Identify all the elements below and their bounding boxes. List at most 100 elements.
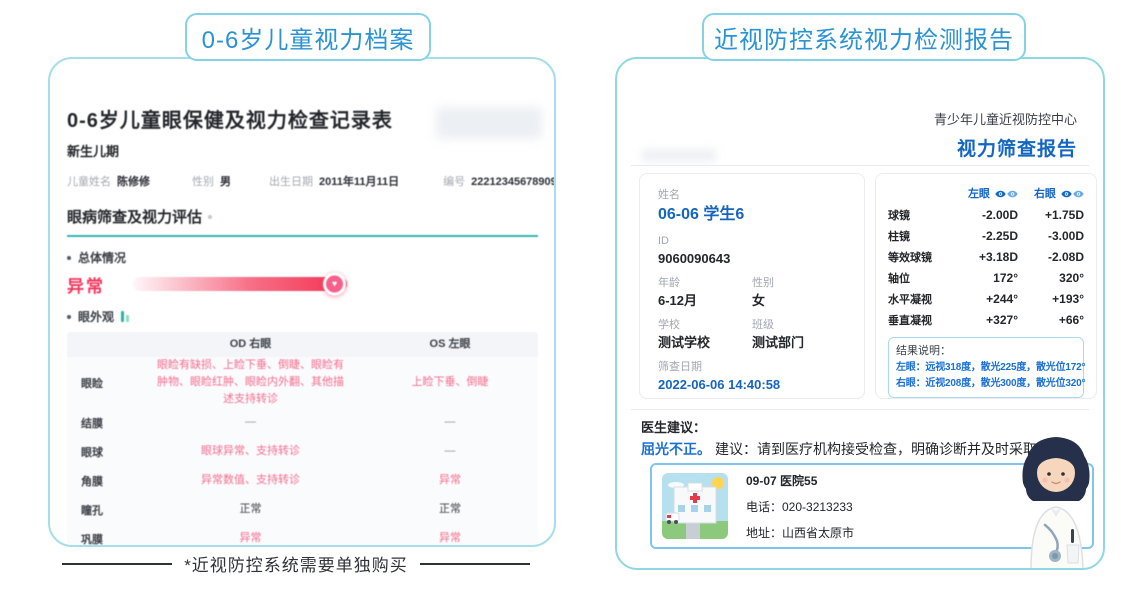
class-label: 班级 [752,319,846,332]
left-eye-column-header: 左眼 [952,185,1018,201]
class-field: 班级 测试部门 [752,319,846,350]
measure-label: 垂直凝视 [888,312,952,328]
od-cell: 眼球异常、支持转诊 [139,443,362,460]
row-label: 结膜 [67,415,139,431]
os-cell: 异常 [362,472,538,489]
school-field: 学校 测试学校 [658,319,752,350]
measure-label: 水平凝视 [888,291,952,307]
gender-field: 性别男 [192,175,231,190]
measure-row: 等效球镜 +3.18D -2.08D [888,246,1084,267]
vision-archive-content: 0-6岁儿童眼保健及视力检查记录表 新生儿期 儿童姓名陈修修 性别男 出生日期2… [50,59,554,547]
os-cell: — [362,414,538,431]
left-eye-value: -2.00D [952,208,1018,222]
class-value: 测试部门 [752,335,846,350]
mini-bars-icon [121,311,129,322]
right-eye-value: -2.08D [1018,250,1084,264]
os-cell: 上睑下垂、倒睫 [362,374,538,391]
gender-value: 女 [752,293,846,308]
table-row: 眼睑 眼睑有缺损、上睑下垂、倒睫、眼睑有肿物、眼睑红肿、眼睑内外翻、其他描述支持… [67,357,538,408]
faint-watermark [642,149,716,162]
right-eye-column-header: 右眼 [1018,185,1084,201]
measure-row: 水平凝视 +244° +193° [888,288,1084,309]
row-label: 眼睑 [67,375,139,391]
right-eye-value: +66° [1018,313,1084,327]
gender-value: 男 [220,176,231,188]
bullet-dot [67,256,71,260]
header-os-left-eye: OS 左眼 [362,336,538,353]
table-row: 眼球 眼球异常、支持转诊 — [67,437,538,466]
doctor-illustration [1005,433,1105,569]
gender-field: 性别 女 [752,277,846,308]
table-row: 瞳孔 正常 正常 [67,495,538,524]
screening-date-value: 2022-06-06 14:40:58 [658,377,846,392]
name-field: 姓名 06-06 学生6 [658,189,846,224]
report-title: 视力筛查报告 [934,134,1077,161]
eye-icon [995,190,1018,198]
gender-label: 性别 [752,277,846,290]
os-cell: 正常 [362,501,538,518]
overall-status-row: 总体情况 [67,249,538,266]
od-cell: 眼睑有缺损、上睑下垂、倒睫、眼睑有肿物、眼睑红肿、眼睑内外翻、其他描述支持转诊 [139,357,362,408]
bullet-dot [67,315,71,319]
footnote-line-right [420,563,530,565]
left-panel-badge: 0-6岁儿童视力档案 [185,13,431,61]
record-number-label: 编号 [443,176,465,188]
footnote-text: *近视防控系统需要单独购买 [184,551,408,576]
row-label: 角膜 [67,473,139,489]
measurements-header: 左眼 右眼 [888,185,1084,201]
right-eye-value: +1.75D [1018,208,1084,222]
record-stage: 新生儿期 [67,145,538,159]
age-value: 6-12月 [658,293,752,308]
left-eye-value: 172° [952,271,1018,285]
measure-row: 轴位 172° 320° [888,267,1084,288]
right-eye-value: -3.00D [1018,229,1084,243]
table-row: 角膜 异常数值、支持转诊 异常 [67,466,538,495]
age-field: 年龄 6-12月 [658,277,752,308]
od-cell: 异常数值、支持转诊 [139,472,362,489]
page: 0-6岁儿童视力档案 0-6岁儿童眼保健及视力检查记录表 新生儿期 儿童姓名陈修… [0,0,1140,590]
right-eye-value: +193° [1018,292,1084,306]
measure-label: 柱镜 [888,228,952,244]
left-eye-value: +327° [952,313,1018,327]
eye-appearance-row: 眼外观 [67,308,538,325]
result-note-right-eye: 右眼：近视208度，散光300度，散光位320° [896,376,1076,392]
patient-info-card: 姓名 06-06 学生6 ID 9060090643 年龄 6-12月 性别 女 [639,173,865,399]
eye-appearance-label: 眼外观 [78,308,114,325]
measure-label: 球镜 [888,207,952,223]
od-cell: 正常 [139,501,362,518]
child-name-value: 陈修修 [117,176,150,188]
age-gender-row: 年龄 6-12月 性别 女 [658,277,846,308]
diagnosis-value: 屈光不正。 [641,441,711,457]
record-number-value: 22212345678909876 [471,176,556,188]
hospital-info: 09-07 医院55 电话：020-3213233 地址：山西省太原市 [746,472,854,541]
eye-exam-table-body: 眼睑 眼睑有缺损、上睑下垂、倒睫、眼睑有肿物、眼睑红肿、眼睑内外翻、其他描述支持… [67,357,538,547]
left-eye-value: +3.18D [952,250,1018,264]
eye-exam-table: OD 右眼 OS 左眼 眼睑 眼睑有缺损、上睑下垂、倒睫、眼睑有肿物、眼睑红肿、… [67,332,538,547]
divider [631,165,1089,166]
hospital-image [662,473,728,539]
result-note-left-eye: 左眼：远视318度，散光225度，散光位172° [896,360,1076,376]
abnormal-indicator-bar: ♥ [133,277,347,291]
id-field: ID 9060090643 [658,235,846,266]
id-label: ID [658,235,846,248]
od-cell: — [139,414,362,431]
left-eye-value: +244° [952,292,1018,306]
measurements-card: 左眼 右眼 球镜 -2.00D +1.75D [875,173,1097,399]
eye-exam-table-header: OD 右眼 OS 左眼 [67,332,538,357]
header-od-right-eye: OD 右眼 [139,336,362,353]
screening-section-title: 眼病筛查及视力评估 [67,206,538,237]
name-label: 姓名 [658,189,846,202]
footnote: *近视防控系统需要单独购买 [0,551,592,576]
overall-abnormal-value: 异常 [67,272,105,297]
school-label: 学校 [658,319,752,332]
redacted-logo [436,107,542,139]
screening-date-label: 筛查日期 [658,361,846,374]
id-value: 9060090643 [658,251,846,266]
section-mark [208,215,212,219]
report-header: 青少年儿童近视防控中心 视力筛查报告 [934,109,1077,161]
age-label: 年龄 [658,277,752,290]
left-eye-value: -2.25D [952,229,1018,243]
measure-row: 球镜 -2.00D +1.75D [888,204,1084,225]
gender-label: 性别 [192,176,214,188]
birthdate-field: 出生日期2011年11月11日 [269,175,399,190]
